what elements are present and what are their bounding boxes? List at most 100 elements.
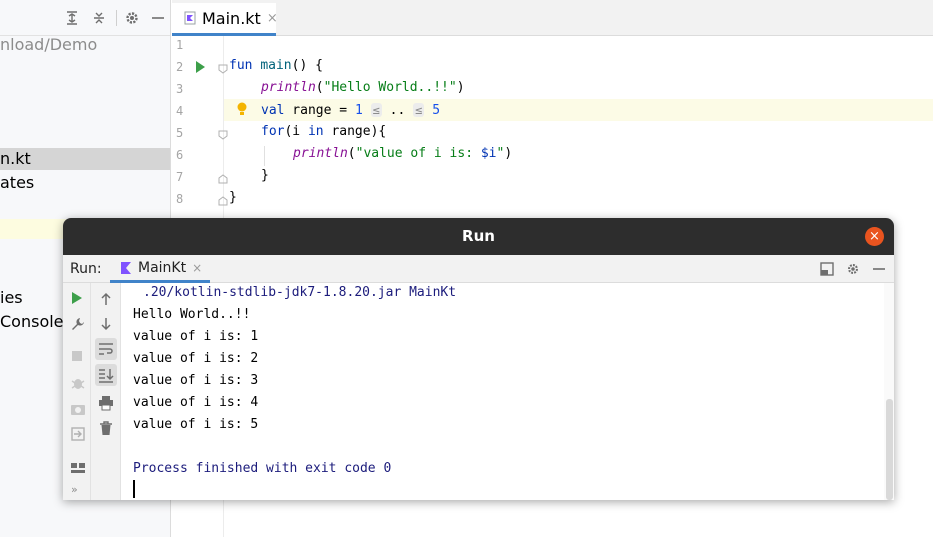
tab-label: Main.kt: [202, 8, 261, 28]
code-text: range){: [323, 124, 387, 139]
kotlin-file-icon: [184, 11, 196, 25]
console-output[interactable]: .20/kotlin-stdlib-jdk7-1.8.20.jar MainKt…: [121, 283, 894, 500]
fold-icon[interactable]: [218, 172, 228, 184]
run-toolstrip-secondary: [91, 283, 121, 500]
inlay-hint: ≤: [370, 103, 382, 117]
code-function: println: [293, 146, 348, 161]
arrow-up-icon[interactable]: [98, 291, 114, 307]
code-line-5[interactable]: for(i in range){: [229, 123, 386, 141]
console-exit-message: Process finished with exit code 0: [133, 461, 392, 476]
code-line-3[interactable]: println("Hello World..!!"): [229, 79, 465, 97]
more-icon[interactable]: »: [71, 483, 87, 499]
code-text: range =: [284, 103, 355, 118]
fold-icon[interactable]: [218, 62, 228, 74]
stop-icon[interactable]: [71, 350, 87, 366]
run-header: Run: MainKt ×: [63, 255, 894, 283]
tree-item-main-kt[interactable]: n.kt: [0, 148, 170, 170]
expand-all-icon[interactable]: [64, 10, 80, 26]
console-line: value of i is: 3: [133, 373, 259, 388]
code-text: () {: [291, 58, 323, 73]
code-string: "Hello World..!!": [323, 80, 457, 95]
layout-toggle-icon[interactable]: [820, 262, 834, 276]
print-icon[interactable]: [98, 395, 114, 411]
run-toolstrip-primary: »: [63, 283, 91, 500]
line-number: 5: [176, 126, 184, 140]
run-window: Run × Run: MainKt × » .20/kotlin-stdlib-…: [63, 218, 894, 500]
code-line-7[interactable]: }: [229, 167, 269, 185]
code-text: ..: [381, 103, 414, 118]
project-path: nload/Demo: [0, 35, 98, 54]
run-titlebar[interactable]: Run ×: [63, 218, 894, 255]
code-keyword: in: [307, 124, 324, 139]
minimize-icon[interactable]: [872, 262, 886, 276]
console-command-line: .20/kotlin-stdlib-jdk7-1.8.20.jar MainKt: [143, 285, 457, 300]
tab-close-icon[interactable]: ×: [267, 11, 278, 26]
tree-item-scratches[interactable]: ates: [0, 172, 170, 194]
line-number: 7: [176, 170, 184, 184]
code-string: "value of i is:: [355, 146, 481, 161]
tree-item-label: ies: [0, 288, 23, 307]
code-text: }: [261, 168, 269, 183]
tree-item-label: n.kt: [0, 149, 31, 168]
fold-icon[interactable]: [218, 128, 228, 140]
run-tab-close-icon[interactable]: ×: [192, 261, 202, 275]
console-line: value of i is: 5: [133, 417, 259, 432]
line-number: 2: [176, 60, 184, 74]
tree-item-label: Consoles: [0, 312, 72, 331]
fold-icon[interactable]: [218, 194, 228, 206]
code-keyword: val: [261, 103, 285, 118]
code-number: 5: [432, 103, 441, 118]
console-line: value of i is: 1: [133, 329, 259, 344]
run-window-title: Run: [462, 227, 495, 245]
tree-item-label: ates: [0, 173, 35, 192]
play-icon[interactable]: [70, 291, 86, 307]
run-label: Run:: [70, 261, 102, 277]
wrench-icon[interactable]: [70, 316, 86, 332]
editor-tab-bar: Main.kt ×: [172, 0, 933, 36]
code-template-var: $i: [480, 146, 497, 161]
run-tab-mainkt[interactable]: MainKt ×: [110, 255, 210, 283]
console-line: value of i is: 2: [133, 351, 259, 366]
code-function: println: [261, 80, 316, 95]
trash-icon[interactable]: [98, 420, 114, 436]
line-number: 8: [176, 192, 184, 206]
line-number: 6: [176, 148, 184, 162]
console-scrollbar-thumb[interactable]: [886, 399, 893, 500]
gear-icon[interactable]: [846, 262, 860, 276]
code-keyword: for: [261, 124, 285, 139]
line-number: 1: [176, 38, 184, 52]
code-line-6[interactable]: println("value of i is: $i"): [229, 145, 512, 163]
scroll-to-end-icon[interactable]: [95, 364, 117, 386]
code-function: main: [260, 58, 292, 73]
code-line-2[interactable]: fun main() {: [229, 57, 323, 75]
run-gutter-play-icon[interactable]: [194, 60, 206, 74]
run-tab-label: MainKt: [138, 259, 187, 276]
line-number: 4: [176, 104, 184, 118]
code-line-8[interactable]: }: [229, 189, 237, 207]
inlay-hint: ≤: [413, 103, 425, 117]
code-text: (i: [284, 124, 308, 139]
code-keyword: fun: [229, 58, 253, 73]
soft-wrap-icon[interactable]: [95, 338, 117, 360]
minimize-icon[interactable]: [150, 10, 166, 26]
bug-icon[interactable]: [70, 375, 86, 391]
text-caret: [133, 480, 135, 498]
import-icon[interactable]: [70, 426, 86, 442]
console-line: value of i is: 4: [133, 395, 259, 410]
layout-icon[interactable]: [70, 460, 86, 476]
code-text: }: [229, 190, 237, 205]
arrow-down-icon[interactable]: [98, 316, 114, 332]
console-line: Hello World..!!: [133, 307, 251, 322]
project-toolbar: [0, 0, 170, 36]
camera-icon[interactable]: [70, 401, 86, 417]
kotlin-icon: [120, 261, 132, 275]
close-button[interactable]: ×: [865, 227, 884, 246]
code-line-4[interactable]: val range = 1 ≤ .. ≤ 5: [229, 101, 440, 120]
tab-main-kt[interactable]: Main.kt ×: [172, 3, 278, 36]
gear-icon[interactable]: [124, 10, 140, 26]
line-number: 3: [176, 82, 184, 96]
code-number: 1: [354, 103, 363, 118]
code-string: ": [496, 146, 505, 161]
collapse-all-icon[interactable]: [91, 10, 107, 26]
toolbar-divider: [116, 10, 117, 26]
